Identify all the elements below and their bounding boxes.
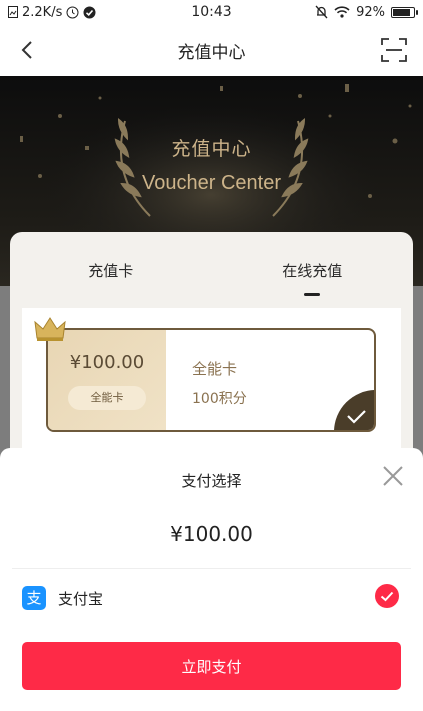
voucher-option[interactable]: ¥100.00 全能卡 全能卡 100积分 [46,328,376,432]
mute-icon [315,5,328,19]
status-bar-right: 92% [315,4,418,20]
network-speed: 2.2K/s [22,4,63,20]
voucher-price: ¥100.00 [69,352,145,373]
sheet-title: 支付选择 [181,472,242,490]
payment-sheet: 支付选择 ¥100.00 支 支付宝 立即支付 [0,448,423,711]
battery-fill [393,8,410,16]
image-notification-icon [8,6,18,18]
recharge-card: 充值卡 在线充值 ¥100.00 全能卡 全能卡 100积分 [10,232,413,462]
battery-percent: 92% [356,4,385,20]
radio-checked-icon[interactable] [375,584,399,608]
status-bar: 2.2K/s 10:43 92% [0,0,423,24]
tab-bar: 充值卡 在线充值 [10,232,413,308]
voucher-name: 全能卡 [192,360,238,378]
payment-method-label: 支付宝 [58,590,104,608]
alipay-icon: 支 [22,586,46,610]
nav-bar: 充值中心 [0,24,423,76]
check-circle-notification-icon [83,6,96,18]
banner-subtitle: Voucher Center [142,172,281,194]
battery-icon [391,6,418,18]
status-bar-left: 2.2K/s [8,5,158,20]
banner-title: 充值中心 [171,138,252,160]
clock-notification-icon [66,6,79,18]
voucher-points: 100积分 [192,391,247,407]
tab-recharge-card[interactable]: 充值卡 [10,232,212,308]
payment-method-alipay[interactable]: 支 支付宝 [0,576,423,626]
tab-online-recharge[interactable]: 在线充值 [212,232,414,308]
crown-icon [34,317,66,341]
back-arrow-icon[interactable] [16,38,40,62]
divider [12,568,411,569]
scan-icon[interactable] [381,38,407,62]
close-icon[interactable] [381,464,405,488]
page-title: 充值中心 [177,42,246,63]
payment-amount: ¥100.00 [170,522,253,546]
voucher-price-panel [48,330,166,430]
wifi-icon [334,6,350,18]
voucher-tag: 全能卡 [68,386,146,410]
pay-now-button[interactable]: 立即支付 [22,642,401,690]
voucher-list: ¥100.00 全能卡 全能卡 100积分 [22,308,401,462]
selected-check-icon [334,390,374,430]
